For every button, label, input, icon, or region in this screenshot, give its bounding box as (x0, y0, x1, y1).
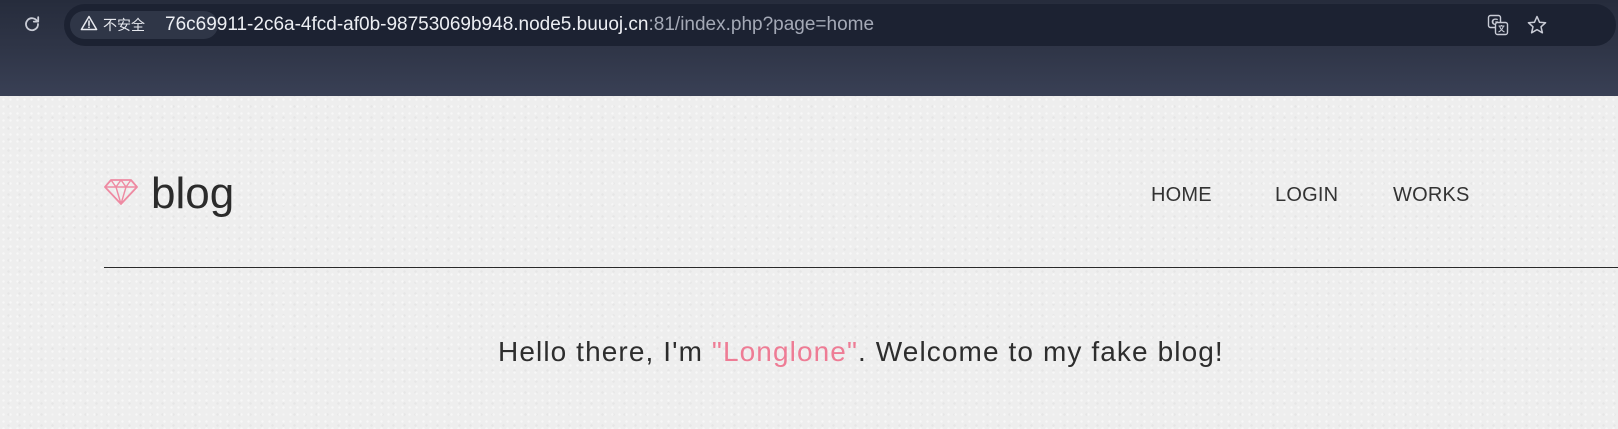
greeting-text: Hello there, I'm "Longlone". Welcome to … (498, 336, 1224, 368)
security-label: 不安全 (103, 17, 145, 33)
bookmark-star-icon[interactable] (1526, 14, 1548, 36)
address-bar[interactable]: 不安全 76c69911-2c6a-4fcd-af0b-98753069b948… (64, 4, 1616, 46)
url-text[interactable]: 76c69911-2c6a-4fcd-af0b-98753069b948.nod… (165, 4, 874, 46)
diamond-icon (103, 178, 139, 211)
reload-icon[interactable] (20, 12, 44, 36)
url-host: 76c69911-2c6a-4fcd-af0b-98753069b948.nod… (165, 14, 649, 35)
greeting-suffix: . Welcome to my fake blog! (858, 336, 1224, 367)
nav-works[interactable]: WORKS (1393, 184, 1470, 207)
nav-login[interactable]: LOGIN (1275, 184, 1338, 207)
translate-icon[interactable]: G (1487, 14, 1509, 36)
author-name: "Longlone" (711, 336, 859, 367)
site-logo-text: blog (151, 169, 235, 218)
greeting-prefix: Hello there, I'm (498, 336, 712, 367)
site-logo[interactable]: blog (103, 169, 234, 219)
warning-icon (80, 15, 98, 36)
url-path: :81/index.php?page=home (648, 14, 875, 35)
browser-toolbar: 不安全 76c69911-2c6a-4fcd-af0b-98753069b948… (0, 0, 1618, 96)
page-content: blog HOME LOGIN WORKS Hello there, I'm "… (0, 96, 1618, 429)
nav-home[interactable]: HOME (1151, 184, 1212, 207)
header-divider (104, 267, 1618, 268)
